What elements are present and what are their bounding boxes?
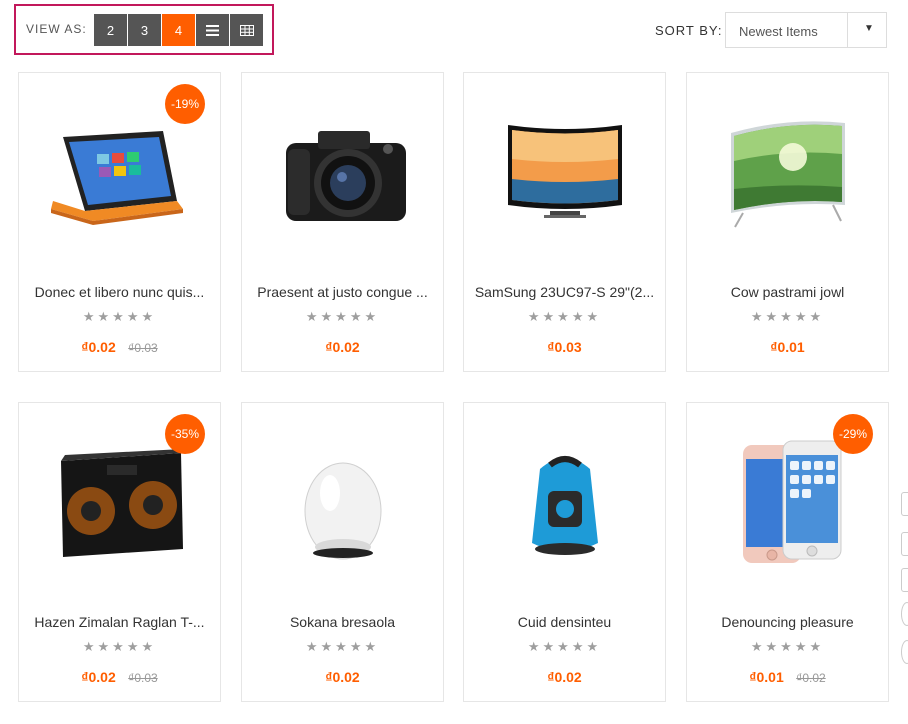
product-card[interactable]: Sokana bresaola ★★★★★ ₫0.02 [241, 402, 444, 702]
speaker-box-image [61, 449, 183, 557]
egg-speaker-image [304, 462, 382, 560]
product-card[interactable]: -19% Donec et libero nunc quis... ★★★★★ … [18, 72, 221, 372]
tv-image [731, 121, 845, 228]
discount-badge: -35% [165, 414, 205, 454]
product-name[interactable]: Hazen Zimalan Raglan T-... [27, 614, 212, 630]
rating-stars: ★★★★★ [305, 309, 380, 324]
product-image-link[interactable] [464, 73, 665, 273]
product-price: ₫0.03 [547, 339, 582, 355]
rating-stars: ★★★★★ [750, 309, 825, 324]
side-widget-button[interactable] [901, 602, 908, 626]
price-row: ₫0.02 ₫0.03 [19, 669, 220, 687]
product-card[interactable]: Cuid densinteu ★★★★★ ₫0.02 [463, 402, 666, 702]
side-widget-button[interactable] [901, 640, 908, 664]
select-divider [847, 13, 848, 47]
list-icon [206, 24, 219, 36]
old-price: ₫0.03 [128, 671, 158, 685]
product-price: ₫0.02 [81, 339, 116, 355]
side-widget-button[interactable] [901, 492, 908, 516]
product-card[interactable]: SamSung 23UC97-S 29"(2... ★★★★★ ₫0.03 [463, 72, 666, 372]
chevron-down-icon: ▼ [864, 23, 874, 34]
product-name[interactable]: Sokana bresaola [250, 614, 435, 630]
price-row: ₫0.01 ₫0.02 [687, 669, 888, 687]
product-image-link[interactable] [464, 403, 665, 603]
product-price: ₫0.01 [749, 669, 784, 685]
laptop-image [51, 131, 183, 225]
view-3-columns-button[interactable]: 3 [128, 14, 161, 46]
sort-by-label: SORT BY: [655, 23, 723, 38]
curved-tv-image [508, 125, 622, 218]
price-row: ₫0.02 [242, 669, 443, 687]
price-row: ₫0.02 [242, 339, 443, 357]
table-grid-icon [239, 24, 254, 36]
product-name[interactable]: SamSung 23UC97-S 29"(2... [472, 284, 657, 300]
product-name[interactable]: Donec et libero nunc quis... [27, 284, 212, 300]
product-price: ₫0.01 [770, 339, 805, 355]
view-2-columns-button[interactable]: 2 [94, 14, 127, 46]
discount-badge: -19% [165, 84, 205, 124]
price-row: ₫0.02 [464, 669, 665, 687]
sort-by-select[interactable]: Newest Items ▼ [725, 12, 887, 48]
old-price: ₫0.02 [796, 671, 826, 685]
product-card[interactable]: -35% Hazen Zimalan Raglan T-... ★★★★★ ₫0… [18, 402, 221, 702]
product-image-link[interactable] [242, 73, 443, 273]
price-row: ₫0.01 [687, 339, 888, 357]
phone-image [743, 440, 842, 563]
product-name[interactable]: Denouncing pleasure [695, 614, 880, 630]
product-price: ₫0.02 [325, 339, 360, 355]
product-name[interactable]: Cuid densinteu [472, 614, 657, 630]
view-as-group: VIEW AS: 2 3 4 [14, 4, 274, 55]
product-card[interactable]: -29% Denouncing pleasure ★★★★★ ₫0.01 ₫0.… [686, 402, 889, 702]
product-card[interactable]: Praesent at justo congue ... ★★★★★ ₫0.02 [241, 72, 444, 372]
rating-stars: ★★★★★ [82, 309, 157, 324]
product-image-link[interactable] [242, 403, 443, 603]
product-card[interactable]: Cow pastrami jowl ★★★★★ ₫0.01 [686, 72, 889, 372]
camera-image [286, 131, 406, 221]
product-price: ₫0.02 [81, 669, 116, 685]
product-price: ₫0.02 [547, 669, 582, 685]
price-row: ₫0.02 ₫0.03 [19, 339, 220, 357]
rating-stars: ★★★★★ [305, 639, 380, 654]
sort-selected-value: Newest Items [739, 24, 818, 39]
side-widget-button[interactable] [901, 568, 908, 592]
view-4-columns-button[interactable]: 4 [162, 14, 195, 46]
product-name[interactable]: Praesent at justo congue ... [250, 284, 435, 300]
price-row: ₫0.03 [464, 339, 665, 357]
list-view-button[interactable] [196, 14, 229, 46]
side-widget-button[interactable] [901, 532, 908, 556]
vacuum-image [532, 456, 598, 555]
rating-stars: ★★★★★ [527, 639, 602, 654]
rating-stars: ★★★★★ [750, 639, 825, 654]
discount-badge: -29% [833, 414, 873, 454]
product-image-link[interactable] [687, 73, 888, 273]
old-price: ₫0.03 [128, 341, 158, 355]
product-price: ₫0.02 [325, 669, 360, 685]
rating-stars: ★★★★★ [82, 639, 157, 654]
rating-stars: ★★★★★ [527, 309, 602, 324]
product-name[interactable]: Cow pastrami jowl [695, 284, 880, 300]
view-as-label: VIEW AS: [26, 22, 87, 36]
table-view-button[interactable] [230, 14, 263, 46]
